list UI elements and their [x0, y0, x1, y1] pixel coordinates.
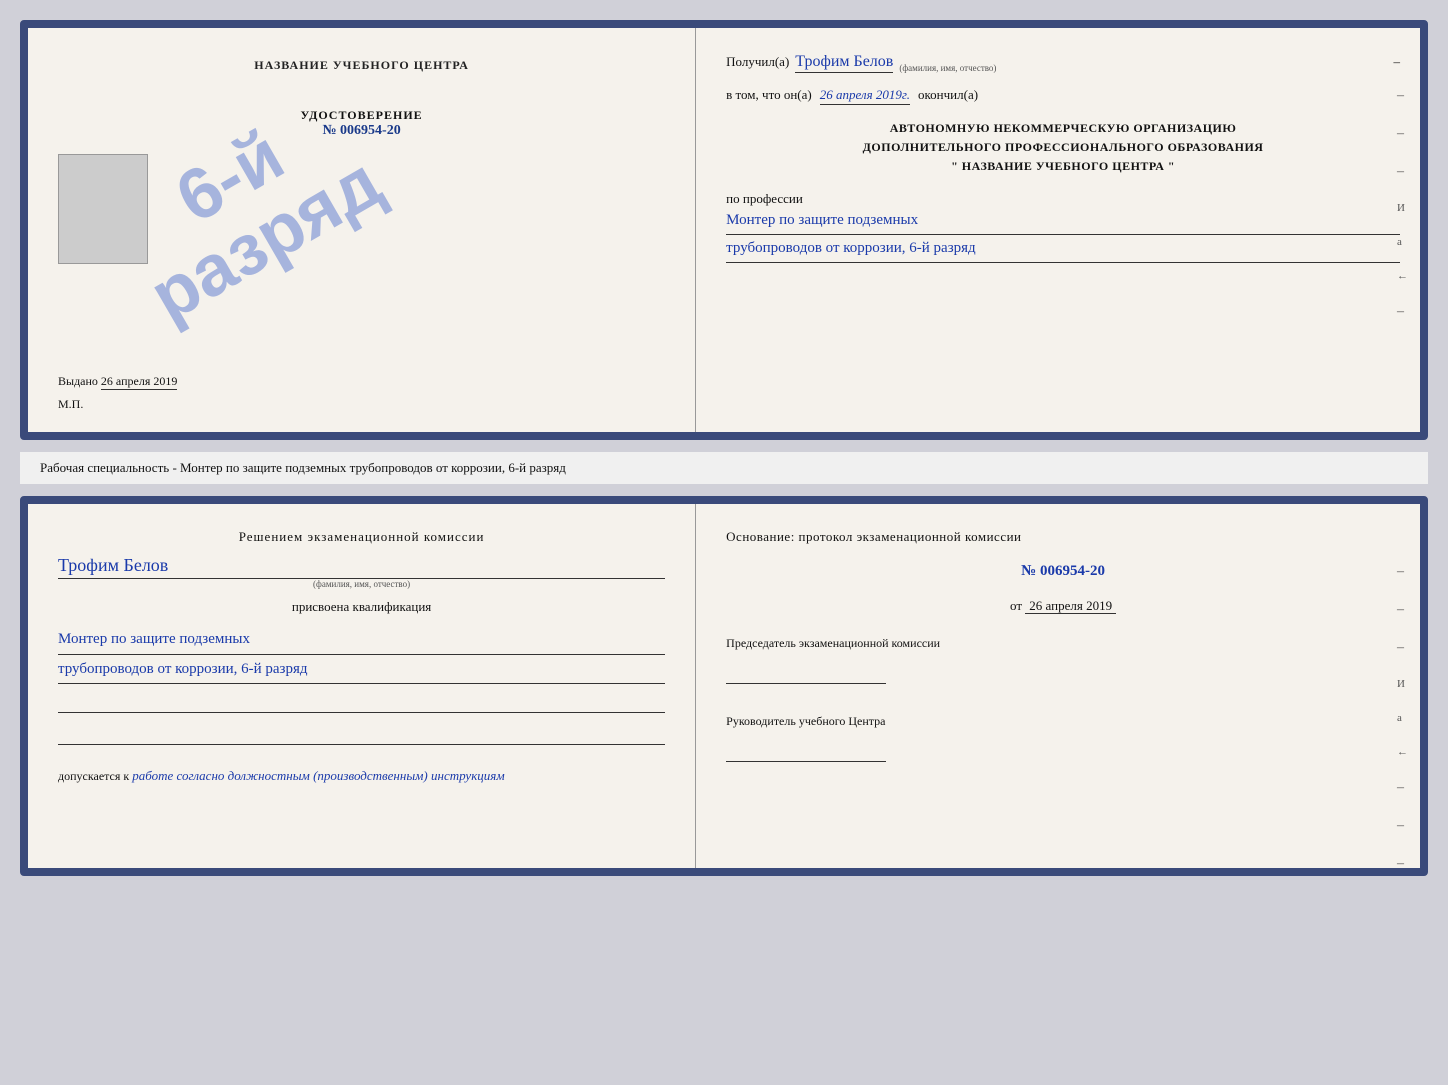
qualification-line2: трубопроводов от коррозии, 6-й разряд: [58, 655, 665, 685]
qualification-label: присвоена квалификация: [58, 599, 665, 615]
org-text: АВТОНОМНУЮ НЕКОММЕРЧЕСКУЮ ОРГАНИЗАЦИЮ ДО…: [726, 119, 1400, 177]
qualification-section: Монтер по защите подземных трубопроводов…: [58, 625, 665, 684]
mark-1: –: [1397, 88, 1408, 104]
bottom-recipient-name: Трофим Белов: [58, 555, 665, 579]
blank-line-1: [58, 697, 665, 713]
director-signature: [726, 742, 886, 762]
b-mark-2: –: [1397, 602, 1408, 618]
mark-2: –: [1397, 126, 1408, 142]
org-line1: АВТОНОМНУЮ НЕКОММЕРЧЕСКУЮ ОРГАНИЗАЦИЮ: [726, 119, 1400, 138]
middle-text-section: Рабочая специальность - Монтер по защите…: [20, 452, 1428, 484]
protocol-prefix: №: [1021, 563, 1036, 579]
cert-number-value: 006954-20: [340, 123, 401, 138]
issued-line: Выдано 26 апреля 2019: [58, 374, 665, 389]
profession-line2: трубопроводов от коррозии, 6-й разряд: [726, 235, 1400, 263]
middle-text-content: Рабочая специальность - Монтер по защите…: [40, 460, 566, 475]
basis-title: Основание: протокол экзаменационной коми…: [726, 529, 1400, 545]
bottom-name-section: Трофим Белов (фамилия, имя, отчество): [58, 555, 665, 589]
mark-a: а: [1397, 236, 1408, 248]
bottom-right: Основание: протокол экзаменационной коми…: [696, 504, 1420, 868]
profession-label: по профессии: [726, 191, 1400, 207]
issued-date: 26 апреля 2019: [101, 374, 177, 390]
profession-line1: Монтер по защите подземных: [726, 207, 1400, 235]
b-mark-4: –: [1397, 780, 1408, 796]
stamp-line2: разряд: [139, 145, 393, 333]
qualification-line1: Монтер по защите подземных: [58, 625, 665, 655]
cert-label: УДОСТОВЕРЕНИЕ: [58, 108, 665, 123]
mp-line: М.П.: [58, 397, 665, 412]
director-label: Руководитель учебного Центра: [726, 712, 1400, 730]
cert-top-right: Получил(а) Трофим Белов (фамилия, имя, о…: [696, 28, 1420, 432]
protocol-number-value: 006954-20: [1040, 563, 1105, 579]
bottom-right-edge-marks: – – – И а ← – – – –: [1397, 564, 1408, 876]
chairman-section: Председатель экзаменационной комиссии: [726, 634, 1400, 684]
b-mark-1: –: [1397, 564, 1408, 580]
cert-number: № 006954-20: [58, 123, 665, 139]
b-mark-3: –: [1397, 640, 1408, 656]
b-mark-i: И: [1397, 678, 1408, 690]
date-value-top: 26 апреля 2019г.: [820, 87, 910, 105]
completed-label: окончил(а): [918, 87, 978, 103]
received-label: Получил(а): [726, 54, 789, 70]
commission-title: Решением экзаменационной комиссии: [58, 529, 665, 545]
top-certificate: НАЗВАНИЕ УЧЕБНОГО ЦЕНТРА УДОСТОВЕРЕНИЕ №…: [20, 20, 1428, 440]
recipient-name-top: Трофим Белов: [795, 53, 893, 73]
b-mark-6: –: [1397, 856, 1408, 872]
bottom-left: Решением экзаменационной комиссии Трофим…: [28, 504, 696, 868]
profession-section: по профессии Монтер по защите подземных …: [726, 191, 1400, 263]
cert-number-block: УДОСТОВЕРЕНИЕ № 006954-20: [58, 108, 665, 139]
admitted-prefix: допускается к: [58, 769, 129, 783]
blank-line-2: [58, 729, 665, 745]
dash1: –: [1393, 54, 1400, 70]
protocol-number: № 006954-20: [726, 563, 1400, 580]
cert-number-prefix: №: [322, 123, 336, 138]
date-prefix: в том, что он(а): [726, 87, 812, 103]
director-section: Руководитель учебного Центра: [726, 712, 1400, 762]
page-container: НАЗВАНИЕ УЧЕБНОГО ЦЕНТРА УДОСТОВЕРЕНИЕ №…: [20, 20, 1428, 876]
b-mark-a: а: [1397, 712, 1408, 724]
chairman-label: Председатель экзаменационной комиссии: [726, 634, 1400, 652]
org-line3: " НАЗВАНИЕ УЧЕБНОГО ЦЕНТРА ": [726, 157, 1400, 176]
mark-i: И: [1397, 202, 1408, 214]
b-mark-5: –: [1397, 818, 1408, 834]
admitted-text: работе согласно должностным (производств…: [132, 768, 504, 783]
issued-label: Выдано: [58, 374, 98, 388]
protocol-date-value: 26 апреля 2019: [1025, 598, 1116, 614]
admitted-section: допускается к работе согласно должностны…: [58, 768, 665, 784]
protocol-date: от 26 апреля 2019: [726, 598, 1400, 614]
fio-label-top: (фамилия, имя, отчество): [899, 63, 996, 73]
b-mark-arrow: ←: [1397, 746, 1408, 758]
mark-3: –: [1397, 164, 1408, 180]
right-edge-marks: – – – И а ← –: [1397, 88, 1408, 320]
protocol-date-prefix: от: [1010, 598, 1022, 613]
bottom-fio-label: (фамилия, имя, отчество): [58, 579, 665, 589]
date-line: в том, что он(а) 26 апреля 2019г. окончи…: [726, 87, 1400, 105]
mark-arrow: ←: [1397, 270, 1408, 282]
cert-top-left: НАЗВАНИЕ УЧЕБНОГО ЦЕНТРА УДОСТОВЕРЕНИЕ №…: [28, 28, 696, 432]
chairman-signature: [726, 664, 886, 684]
received-line: Получил(а) Трофим Белов (фамилия, имя, о…: [726, 53, 1400, 73]
org-line2: ДОПОЛНИТЕЛЬНОГО ПРОФЕССИОНАЛЬНОГО ОБРАЗО…: [726, 138, 1400, 157]
photo-placeholder: [58, 154, 148, 264]
mark-4: –: [1397, 304, 1408, 320]
bottom-certificate: Решением экзаменационной комиссии Трофим…: [20, 496, 1428, 876]
top-cert-title: НАЗВАНИЕ УЧЕБНОГО ЦЕНТРА: [58, 58, 665, 73]
